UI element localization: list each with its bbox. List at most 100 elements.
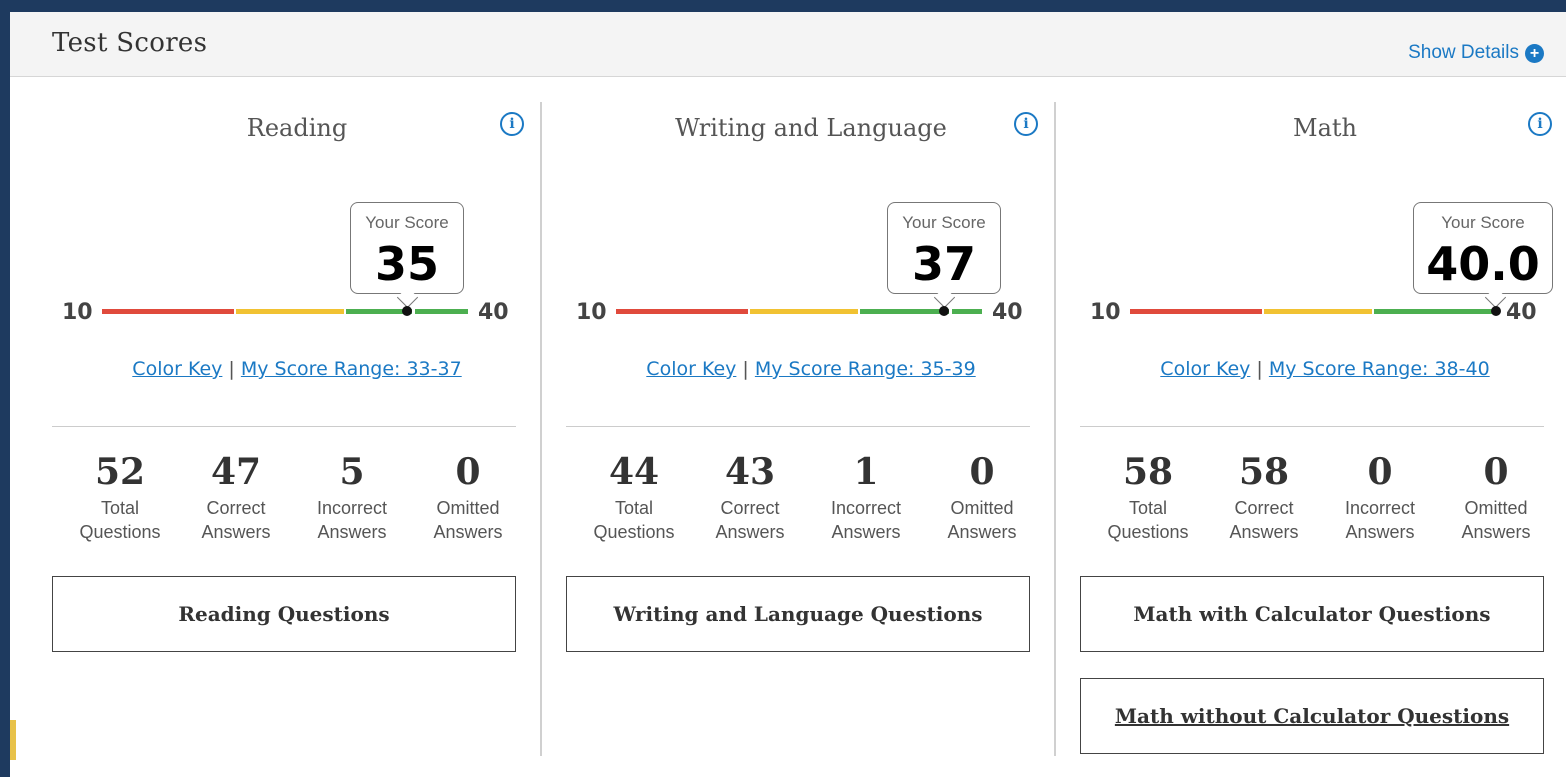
stat-incorrect: 0 Incorrect Answers — [1322, 452, 1438, 544]
stat-value: 1 — [853, 451, 879, 493]
link-separator: | — [222, 358, 241, 380]
section-math: Math i Your Score 40.0 10 40 Color Key |… — [1070, 78, 1566, 777]
score-links: Color Key | My Score Range: 33-37 — [42, 358, 552, 380]
stat-value: 0 — [1367, 451, 1393, 493]
stat-correct: 47 Correct Answers — [178, 452, 294, 544]
score-links: Color Key | My Score Range: 35-39 — [556, 358, 1066, 380]
your-score-bubble: Your Score 37 — [887, 202, 1001, 294]
stat-value: 0 — [969, 451, 995, 493]
stat-label: Omitted Answers — [1461, 498, 1531, 542]
color-key-link[interactable]: Color Key — [1160, 358, 1250, 380]
stat-label: Total Questions — [1107, 498, 1189, 542]
scale-segment-red — [102, 309, 234, 314]
scale-min: 10 — [576, 300, 607, 325]
stat-label: Total Questions — [593, 498, 675, 542]
show-details-label: Show Details — [1408, 42, 1519, 63]
section-title: Reading — [246, 114, 348, 142]
color-key-link[interactable]: Color Key — [132, 358, 222, 380]
scale-min: 10 — [62, 300, 93, 325]
your-score-label: Your Score — [902, 213, 986, 232]
section-title: Writing and Language — [675, 114, 947, 142]
reading-questions-button[interactable]: Reading Questions — [52, 576, 516, 652]
stat-label: Correct Answers — [715, 498, 785, 542]
stat-label: Incorrect Answers — [1344, 498, 1416, 542]
stat-label: Total Questions — [79, 498, 161, 542]
scale-segment-red — [1130, 309, 1262, 314]
score-marker — [939, 306, 949, 316]
stats-row: 52 Total Questions 47 Correct Answers 5 In… — [62, 452, 526, 544]
color-key-link[interactable]: Color Key — [646, 358, 736, 380]
math-calculator-questions-button[interactable]: Math with Calculator Questions — [1080, 576, 1544, 652]
scale-max: 40 — [478, 300, 509, 325]
stat-total: 58 Total Questions — [1090, 452, 1206, 544]
writing-language-questions-button[interactable]: Writing and Language Questions — [566, 576, 1030, 652]
link-separator: | — [1250, 358, 1269, 380]
stats-row: 58 Total Questions 58 Correct Answers 0 In… — [1090, 452, 1554, 544]
scale-segment-yellow — [750, 309, 858, 314]
stat-label: Incorrect Answers — [830, 498, 902, 542]
scale-gap — [412, 309, 415, 314]
score-value: 37 — [911, 237, 976, 291]
math-no-calculator-questions-button[interactable]: Math without Calculator Questions — [1080, 678, 1544, 754]
score-range-link[interactable]: My Score Range: 35-39 — [755, 358, 976, 380]
score-marker — [1491, 306, 1501, 316]
stat-incorrect: 1 Incorrect Answers — [808, 452, 924, 544]
stat-label: Omitted Answers — [947, 498, 1017, 542]
card-header: Test Scores Show Details + — [10, 12, 1566, 77]
stat-total: 44 Total Questions — [576, 452, 692, 544]
scale-max: 40 — [992, 300, 1023, 325]
stat-value: 0 — [455, 451, 481, 493]
section-title: Math — [1293, 114, 1357, 142]
stat-omitted: 0 Omitted Answers — [410, 452, 526, 544]
scale-gap — [949, 309, 952, 314]
stat-correct: 43 Correct Answers — [692, 452, 808, 544]
stat-value: 52 — [94, 451, 146, 493]
section-divider — [566, 426, 1030, 427]
section-writing-language: Writing and Language i Your Score 37 1 0 … — [556, 78, 1066, 777]
your-score-bubble: Your Score 40.0 — [1413, 202, 1553, 294]
stat-value: 0 — [1483, 451, 1509, 493]
left-edge-marker — [10, 720, 16, 760]
stat-total: 52 Total Questions — [62, 452, 178, 544]
stat-value: 58 — [1238, 451, 1290, 493]
stat-value: 5 — [339, 451, 365, 493]
stat-omitted: 0 Omitted Answers — [1438, 452, 1554, 544]
stat-correct: 58 Correct Answers — [1206, 452, 1322, 544]
section-divider — [1080, 426, 1544, 427]
stat-incorrect: 5 Incorrect Answers — [294, 452, 410, 544]
stat-label: Omitted Answers — [433, 498, 503, 542]
scale-segment-yellow — [1264, 309, 1372, 314]
column-divider — [1054, 102, 1056, 756]
stat-label: Correct Answers — [1229, 498, 1299, 542]
info-icon[interactable]: i — [500, 112, 524, 136]
plus-circle-icon: + — [1525, 43, 1544, 63]
stat-value: 44 — [608, 451, 660, 493]
stat-label: Correct Answers — [201, 498, 271, 542]
your-score-bubble: Your Score 35 — [350, 202, 464, 294]
scale-segment-green — [1374, 309, 1496, 314]
stat-omitted: 0 Omitted Answers — [924, 452, 1040, 544]
scale-segment-red — [616, 309, 748, 314]
score-value: 35 — [374, 237, 439, 291]
score-range-link[interactable]: My Score Range: 38-40 — [1269, 358, 1490, 380]
your-score-label: Your Score — [1441, 213, 1525, 232]
stat-value: 43 — [724, 451, 776, 493]
stat-value: 58 — [1122, 451, 1174, 493]
link-separator: | — [736, 358, 755, 380]
score-links: Color Key | My Score Range: 38-40 — [1070, 358, 1566, 380]
stat-value: 47 — [210, 451, 262, 493]
info-icon[interactable]: i — [1528, 112, 1552, 136]
score-value: 40.0 — [1426, 237, 1540, 291]
show-details-link[interactable]: Show Details + — [1408, 42, 1544, 64]
scale-segment-yellow — [236, 309, 344, 314]
info-icon[interactable]: i — [1014, 112, 1038, 136]
section-divider — [52, 426, 516, 427]
test-scores-card: Test Scores Show Details + Reading i You… — [10, 12, 1566, 777]
scale-segment-green — [860, 309, 982, 314]
section-reading: Reading i Your Score 35 10 40 Color Key … — [42, 78, 552, 777]
scale-max: 40 — [1506, 300, 1537, 325]
column-divider — [540, 102, 542, 756]
score-range-link[interactable]: My Score Range: 33-37 — [241, 358, 462, 380]
score-marker — [402, 306, 412, 316]
your-score-label: Your Score — [365, 213, 449, 232]
